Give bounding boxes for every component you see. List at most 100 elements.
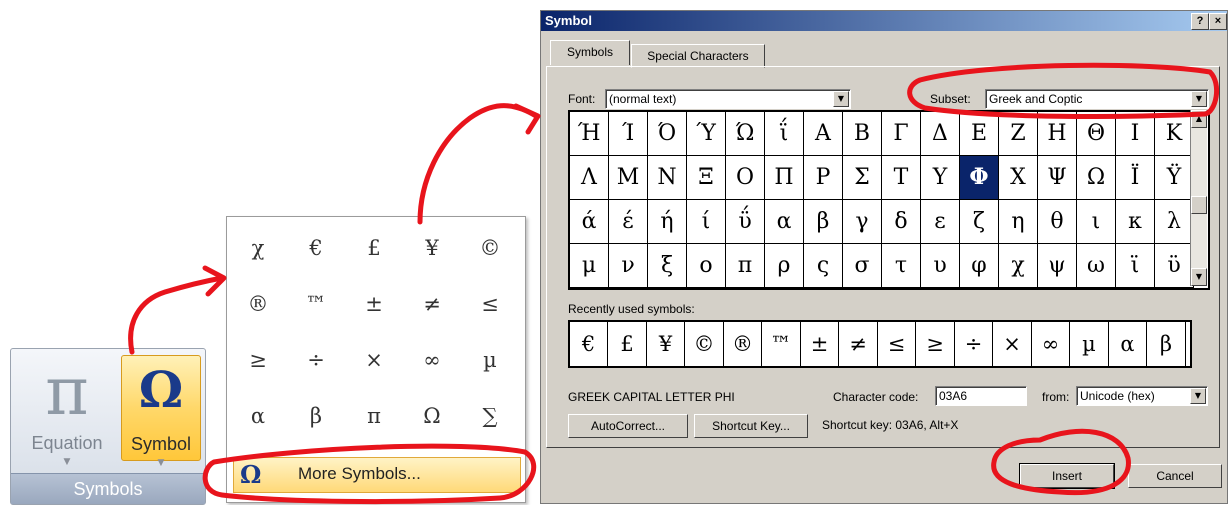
scroll-down-icon[interactable]: ▼	[1191, 268, 1207, 286]
gallery-symbol[interactable]: χ	[231, 225, 285, 271]
symbol-cell[interactable]: Ξ	[687, 156, 726, 200]
symbol-cell[interactable]: κ	[1116, 200, 1155, 244]
symbol-cell[interactable]: Α	[804, 112, 843, 156]
scroll-thumb[interactable]	[1191, 196, 1207, 214]
symbol-cell[interactable]: ο	[687, 244, 726, 288]
symbol-cell[interactable]: ζ	[960, 200, 999, 244]
insert-button[interactable]: Insert	[1019, 463, 1115, 489]
symbol-cell[interactable]: π	[726, 244, 765, 288]
symbol-cell[interactable]: ΰ	[726, 200, 765, 244]
help-button[interactable]: ?	[1191, 13, 1209, 30]
symbol-cell[interactable]: Ώ	[726, 112, 765, 156]
symbol-cell[interactable]: ν	[609, 244, 648, 288]
gallery-symbol[interactable]: ¥	[405, 225, 459, 271]
symbol-cell[interactable]: γ	[843, 200, 882, 244]
gallery-symbol[interactable]: β	[289, 393, 343, 439]
symbol-cell[interactable]: Η	[1038, 112, 1077, 156]
symbol-cell[interactable]: Μ	[609, 156, 648, 200]
autocorrect-button[interactable]: AutoCorrect...	[568, 414, 688, 438]
symbol-cell[interactable]: Δ	[921, 112, 960, 156]
shortcut-key-button[interactable]: Shortcut Key...	[694, 414, 808, 438]
symbol-cell[interactable]: ϊ	[1116, 244, 1155, 288]
symbol-cell[interactable]: Υ	[921, 156, 960, 200]
symbol-cell[interactable]: ή	[648, 200, 687, 244]
recent-symbol-cell[interactable]: ±	[801, 322, 839, 366]
symbol-cell[interactable]: Ν	[648, 156, 687, 200]
symbol-cell[interactable]: Ϊ	[1116, 156, 1155, 200]
character-code-field[interactable]: 03A6	[935, 386, 1027, 406]
symbol-cell[interactable]: Ϋ	[1155, 156, 1194, 200]
gallery-symbol[interactable]: ≠	[405, 281, 459, 327]
symbol-cell[interactable]: θ	[1038, 200, 1077, 244]
symbol-cell[interactable]: Χ	[999, 156, 1038, 200]
scroll-up-icon[interactable]: ▲	[1191, 110, 1207, 128]
symbol-cell[interactable]: Ο	[726, 156, 765, 200]
gallery-symbol[interactable]: ≥	[231, 337, 285, 383]
symbol-cell[interactable]: ί	[687, 200, 726, 244]
symbol-cell[interactable]: Ε	[960, 112, 999, 156]
symbol-cell[interactable]: Π	[765, 156, 804, 200]
from-dropdown[interactable]: Unicode (hex) ▼	[1076, 386, 1208, 406]
cancel-button[interactable]: Cancel	[1128, 464, 1222, 488]
symbol-cell[interactable]: ε	[921, 200, 960, 244]
gallery-symbol[interactable]: Ω	[405, 393, 459, 439]
close-button[interactable]: ×	[1209, 13, 1227, 30]
symbol-cell[interactable]: λ	[1155, 200, 1194, 244]
symbol-cell[interactable]: χ	[999, 244, 1038, 288]
more-symbols-button[interactable]: Ω More Symbols...	[233, 457, 521, 493]
symbol-cell[interactable]: Γ	[882, 112, 921, 156]
symbol-cell[interactable]: Κ	[1155, 112, 1194, 156]
symbol-cell[interactable]: ξ	[648, 244, 687, 288]
symbol-cell[interactable]: Ή	[570, 112, 609, 156]
symbol-cell[interactable]: Ψ	[1038, 156, 1077, 200]
symbol-cell[interactable]: Ω	[1077, 156, 1116, 200]
gallery-symbol[interactable]: ™	[289, 281, 343, 327]
symbol-cell[interactable]: Ό	[648, 112, 687, 156]
symbol-cell[interactable]: φ	[960, 244, 999, 288]
symbol-cell[interactable]: η	[999, 200, 1038, 244]
symbol-cell[interactable]: β	[804, 200, 843, 244]
recent-symbol-cell[interactable]: ™	[763, 322, 801, 366]
subset-dropdown[interactable]: Greek and Coptic ▼	[985, 89, 1209, 109]
symbol-cell[interactable]: Ύ	[687, 112, 726, 156]
symbol-cell[interactable]: Β	[843, 112, 882, 156]
symbol-cell[interactable]: ψ	[1038, 244, 1077, 288]
gallery-symbol[interactable]: ∑	[463, 393, 517, 439]
recent-symbol-cell[interactable]: ©	[686, 322, 724, 366]
recent-symbol-cell[interactable]: ®	[724, 322, 762, 366]
recent-symbol-cell[interactable]: ÷	[955, 322, 993, 366]
recent-symbol-cell[interactable]: β	[1148, 322, 1186, 366]
equation-button[interactable]: π Equation ▼	[15, 353, 119, 467]
symbol-cell[interactable]: μ	[570, 244, 609, 288]
grid-scrollbar[interactable]: ▲ ▼	[1190, 110, 1207, 286]
gallery-symbol[interactable]: €	[289, 225, 343, 271]
recent-symbol-cell[interactable]: €	[570, 322, 608, 366]
symbol-cell[interactable]: Θ	[1077, 112, 1116, 156]
gallery-symbol[interactable]: ×	[347, 337, 401, 383]
recent-symbol-cell[interactable]: ¥	[647, 322, 685, 366]
gallery-symbol[interactable]: ∞	[405, 337, 459, 383]
symbol-cell[interactable]: ι	[1077, 200, 1116, 244]
gallery-symbol[interactable]: ©	[463, 225, 517, 271]
tab-symbols[interactable]: Symbols	[550, 40, 630, 65]
symbol-cell[interactable]: ω	[1077, 244, 1116, 288]
selected-symbol-cell[interactable]: Φ	[960, 156, 999, 200]
recent-symbol-cell[interactable]: ≥	[917, 322, 955, 366]
recent-symbol-cell[interactable]: ×	[994, 322, 1032, 366]
symbol-cell[interactable]: Τ	[882, 156, 921, 200]
symbol-cell[interactable]: Λ	[570, 156, 609, 200]
tab-special-characters[interactable]: Special Characters	[631, 44, 765, 68]
gallery-symbol[interactable]: £	[347, 225, 401, 271]
symbol-cell[interactable]: Ί	[609, 112, 648, 156]
recent-symbol-cell[interactable]: £	[609, 322, 647, 366]
symbol-cell[interactable]: ΐ	[765, 112, 804, 156]
symbol-cell[interactable]: ά	[570, 200, 609, 244]
gallery-symbol[interactable]: µ	[463, 337, 517, 383]
gallery-symbol[interactable]: ÷	[289, 337, 343, 383]
symbol-cell[interactable]: ρ	[765, 244, 804, 288]
symbol-cell[interactable]: δ	[882, 200, 921, 244]
font-dropdown[interactable]: (normal text) ▼	[605, 89, 851, 109]
symbol-cell[interactable]: Ρ	[804, 156, 843, 200]
symbol-cell[interactable]: τ	[882, 244, 921, 288]
recent-symbol-cell[interactable]: ∞	[1032, 322, 1070, 366]
